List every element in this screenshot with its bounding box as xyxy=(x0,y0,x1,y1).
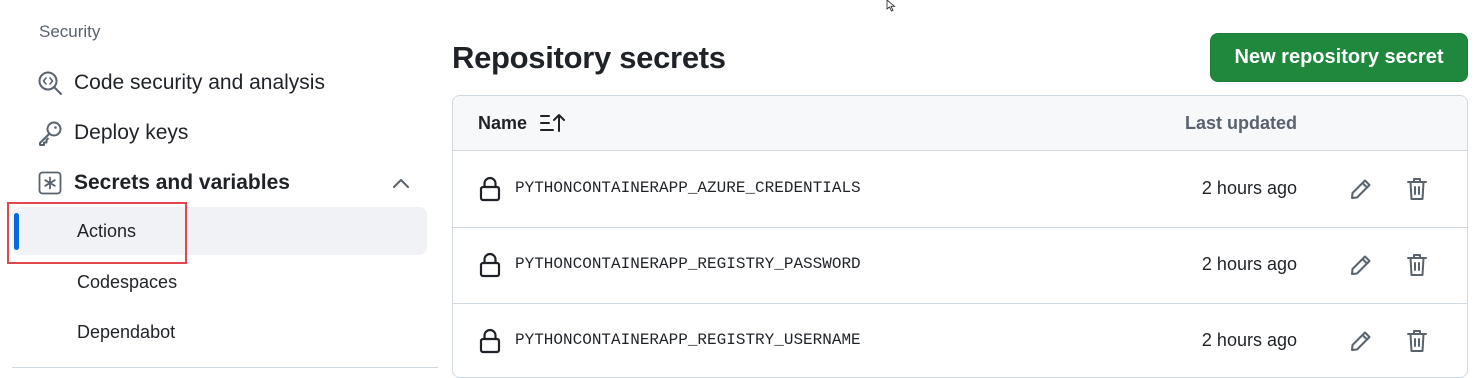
pencil-icon[interactable] xyxy=(1347,251,1375,279)
lock-icon xyxy=(479,328,501,354)
sidebar-subitem-label: Codespaces xyxy=(77,271,178,292)
sidebar-subitem-codespaces[interactable]: Codespaces xyxy=(12,258,427,306)
mouse-cursor-icon xyxy=(886,0,896,12)
page-title: Repository secrets xyxy=(452,40,726,75)
trash-icon[interactable] xyxy=(1403,251,1431,279)
secret-last-updated: 2 hours ago xyxy=(1201,254,1297,274)
table-row: PYTHONCONTAINERAPP_AZURE_CREDENTIALS 2 h… xyxy=(453,151,1467,228)
secrets-table: Name Last updated PYTHONCONTAINERAPP_AZU… xyxy=(452,95,1468,378)
sort-ascending-icon[interactable] xyxy=(539,112,567,134)
secret-name: PYTHONCONTAINERAPP_REGISTRY_PASSWORD xyxy=(515,255,861,273)
trash-icon[interactable] xyxy=(1403,175,1431,203)
sidebar-item-label: Deploy keys xyxy=(74,121,189,144)
table-header: Name Last updated xyxy=(453,96,1467,151)
annotation-highlight-box xyxy=(7,202,187,264)
asterisk-icon xyxy=(36,169,64,197)
pencil-icon[interactable] xyxy=(1347,175,1375,203)
sidebar-divider xyxy=(12,367,438,368)
chevron-up-icon[interactable] xyxy=(390,172,412,194)
pencil-icon[interactable] xyxy=(1347,327,1375,355)
column-header-last-updated: Last updated xyxy=(1184,113,1297,133)
table-row: PYTHONCONTAINERAPP_REGISTRY_PASSWORD 2 h… xyxy=(453,227,1467,304)
secret-name: PYTHONCONTAINERAPP_REGISTRY_USERNAME xyxy=(515,331,861,349)
sidebar-subitem-dependabot[interactable]: Dependabot xyxy=(12,308,427,356)
table-row: PYTHONCONTAINERAPP_REGISTRY_USERNAME 2 h… xyxy=(453,303,1467,377)
trash-icon[interactable] xyxy=(1403,327,1431,355)
lock-icon xyxy=(479,252,501,278)
secret-last-updated: 2 hours ago xyxy=(1201,178,1297,198)
secret-name: PYTHONCONTAINERAPP_AZURE_CREDENTIALS xyxy=(515,179,861,197)
secret-last-updated: 2 hours ago xyxy=(1201,330,1297,350)
lock-icon xyxy=(479,176,501,202)
new-repository-secret-button[interactable]: New repository secret xyxy=(1210,33,1468,82)
column-header-name[interactable]: Name xyxy=(478,113,527,134)
sidebar-item-secrets-and-variables[interactable]: Secrets and variables xyxy=(30,159,290,207)
sidebar-item-label: Secrets and variables xyxy=(74,171,290,194)
sidebar-item-code-security[interactable]: Code security and analysis xyxy=(30,59,325,107)
codescan-icon xyxy=(36,69,64,97)
sidebar-subitem-label: Dependabot xyxy=(77,321,176,342)
sidebar-item-deploy-keys[interactable]: Deploy keys xyxy=(30,109,188,157)
key-icon xyxy=(36,119,64,147)
sidebar-item-label: Code security and analysis xyxy=(74,71,325,94)
settings-sidebar: Security Code security and analysis Depl… xyxy=(0,0,440,378)
sidebar-section-heading: Security xyxy=(39,22,101,41)
